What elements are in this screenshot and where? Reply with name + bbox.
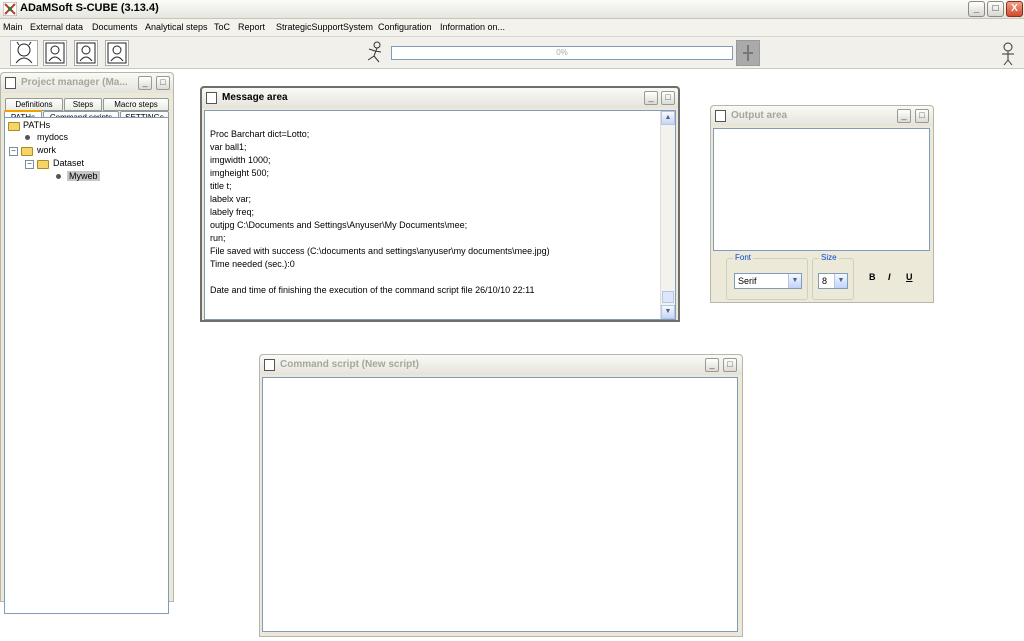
window-title: ADaMSoft S-CUBE (3.13.4) bbox=[20, 2, 159, 14]
menu-report[interactable]: Report bbox=[238, 22, 265, 32]
message-scrollbar[interactable]: ▲ ▼ bbox=[660, 111, 675, 319]
folder-icon bbox=[8, 122, 20, 131]
command-script-window: Command script (New script) _ □ bbox=[259, 354, 743, 637]
scroll-thumb[interactable] bbox=[662, 291, 674, 303]
menu-external-data[interactable]: External data bbox=[30, 22, 83, 32]
tab-macro-steps[interactable]: Macro steps bbox=[103, 98, 169, 111]
project-manager-window: Project manager (Ma... _ □ Definitions S… bbox=[0, 72, 174, 614]
chevron-down-icon[interactable]: ▼ bbox=[834, 274, 847, 288]
progress-label: 0% bbox=[556, 48, 568, 57]
font-label: Font bbox=[733, 253, 754, 262]
collapse-icon[interactable]: − bbox=[9, 147, 18, 156]
help-figure-icon[interactable] bbox=[996, 40, 1020, 66]
log-line: run; bbox=[210, 233, 226, 243]
size-label: Size bbox=[819, 253, 839, 262]
folder-icon bbox=[21, 147, 33, 156]
log-line: imgheight 500; bbox=[210, 168, 270, 178]
close-button[interactable]: X bbox=[1006, 1, 1023, 17]
command-script-maximize-button[interactable]: □ bbox=[723, 358, 737, 372]
log-line: title t; bbox=[210, 181, 232, 191]
output-area-maximize-button[interactable]: □ bbox=[915, 109, 929, 123]
scroll-up-icon[interactable]: ▲ bbox=[661, 111, 675, 125]
tree-node-work[interactable]: work bbox=[37, 145, 56, 155]
size-select-value: 8 bbox=[822, 276, 828, 286]
menu-analytical-steps[interactable]: Analytical steps bbox=[145, 22, 208, 32]
output-area-icon bbox=[715, 110, 726, 122]
tree-node-paths[interactable]: PATHs bbox=[23, 120, 50, 130]
portrait-icon-1[interactable] bbox=[43, 40, 67, 66]
output-display[interactable] bbox=[713, 128, 930, 251]
log-line: var ball1; bbox=[210, 142, 247, 152]
command-script-minimize-button[interactable]: _ bbox=[705, 358, 719, 372]
underline-button[interactable]: U bbox=[906, 272, 913, 282]
tree-node-mydocs[interactable]: mydocs bbox=[37, 132, 68, 142]
font-group: Font Serif ▼ bbox=[726, 253, 808, 300]
log-line: imgwidth 1000; bbox=[210, 155, 271, 165]
menu-toc[interactable]: ToC bbox=[214, 22, 230, 32]
project-manager-minimize-button[interactable]: _ bbox=[138, 76, 152, 90]
project-manager-titlebar[interactable]: Project manager (Ma... _ □ bbox=[1, 73, 173, 93]
collapse-icon[interactable]: − bbox=[25, 160, 34, 169]
command-script-titlebar[interactable]: Command script (New script) _ □ bbox=[260, 355, 742, 375]
size-select[interactable]: 8 ▼ bbox=[818, 273, 848, 289]
toolbar: 0% bbox=[0, 37, 1024, 69]
log-line: labelx var; bbox=[210, 194, 252, 204]
project-manager-icon bbox=[5, 77, 16, 89]
message-area-icon bbox=[206, 92, 217, 104]
output-area-title: Output area bbox=[731, 110, 788, 121]
log-line: outjpg C:\Documents and Settings\Anyuser… bbox=[210, 220, 468, 230]
command-script-icon bbox=[264, 359, 275, 371]
scroll-down-icon[interactable]: ▼ bbox=[661, 305, 675, 319]
restore-button[interactable]: □ bbox=[987, 1, 1004, 17]
caricature-icon[interactable] bbox=[10, 40, 38, 66]
menu-documents[interactable]: Documents bbox=[92, 22, 138, 32]
command-script-editor[interactable] bbox=[262, 377, 738, 632]
portrait-icon-3[interactable] bbox=[105, 40, 129, 66]
log-line: labely freq; bbox=[210, 207, 255, 217]
stop-icon[interactable] bbox=[736, 40, 760, 66]
folder-icon bbox=[37, 160, 49, 169]
tree-node-myweb[interactable]: Myweb bbox=[67, 171, 100, 181]
command-script-title: Command script (New script) bbox=[280, 359, 419, 370]
log-line: Date and time of finishing the execution… bbox=[210, 285, 535, 295]
message-area-window: Message area _ □ Proc Barchart dict=Lott… bbox=[200, 86, 680, 322]
title-bar: ADaMSoft S-CUBE (3.13.4) _ □ X bbox=[0, 0, 1024, 19]
tab-steps[interactable]: Steps bbox=[64, 98, 102, 111]
portrait-icon-2[interactable] bbox=[74, 40, 98, 66]
log-line: File saved with success (C:\documents an… bbox=[210, 246, 550, 256]
message-area-maximize-button[interactable]: □ bbox=[661, 91, 675, 105]
leaf-bullet-icon bbox=[56, 174, 61, 179]
menu-bar: Main External data Documents Analytical … bbox=[0, 19, 1024, 37]
project-manager-maximize-button[interactable]: □ bbox=[156, 76, 170, 90]
tree-node-dataset[interactable]: Dataset bbox=[53, 158, 84, 168]
bold-button[interactable]: B bbox=[869, 272, 876, 282]
output-area-window: Output area _ □ Font Serif ▼ Size 8 ▼ B … bbox=[710, 105, 934, 303]
message-area-titlebar[interactable]: Message area _ □ bbox=[202, 88, 678, 108]
font-select-value: Serif bbox=[738, 276, 757, 286]
log-line: Proc Barchart dict=Lotto; bbox=[210, 129, 310, 139]
message-area-minimize-button[interactable]: _ bbox=[644, 91, 658, 105]
font-select[interactable]: Serif ▼ bbox=[734, 273, 802, 289]
menu-main[interactable]: Main bbox=[3, 22, 23, 32]
italic-button[interactable]: I bbox=[888, 272, 891, 282]
minimize-button[interactable]: _ bbox=[968, 1, 985, 17]
project-manager-title: Project manager (Ma... bbox=[21, 77, 128, 88]
message-log[interactable]: Proc Barchart dict=Lotto; var ball1; img… bbox=[204, 110, 676, 320]
menu-configuration[interactable]: Configuration bbox=[378, 22, 432, 32]
chevron-down-icon[interactable]: ▼ bbox=[788, 274, 801, 288]
output-area-minimize-button[interactable]: _ bbox=[897, 109, 911, 123]
runner-icon[interactable] bbox=[363, 40, 387, 66]
menu-strategic-support-system[interactable]: StrategicSupportSystem bbox=[276, 22, 373, 32]
size-group: Size 8 ▼ bbox=[812, 253, 854, 300]
progress-bar: 0% bbox=[391, 46, 733, 60]
leaf-bullet-icon bbox=[25, 135, 30, 140]
message-area-title: Message area bbox=[222, 92, 288, 103]
paths-tree: PATHs mydocs − work − Dataset Myweb bbox=[4, 117, 169, 614]
app-logo-icon bbox=[3, 2, 17, 16]
log-line: Time needed (sec.):0 bbox=[210, 259, 295, 269]
menu-information[interactable]: Information on... bbox=[440, 22, 505, 32]
output-area-titlebar[interactable]: Output area _ □ bbox=[711, 106, 933, 126]
